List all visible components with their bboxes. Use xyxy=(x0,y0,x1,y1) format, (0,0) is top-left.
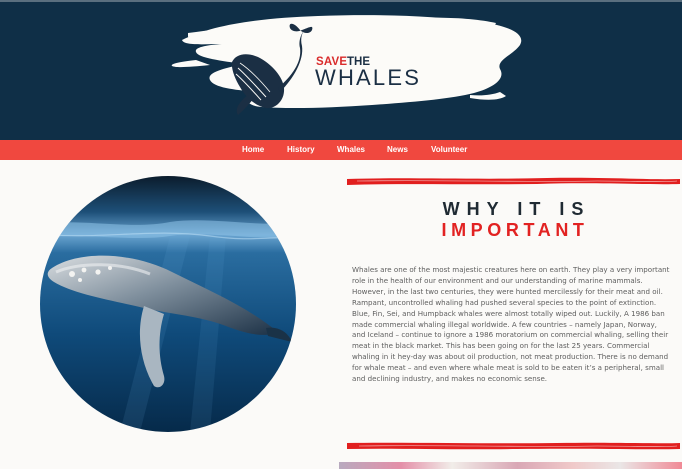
nav-history-link[interactable]: History xyxy=(287,144,315,156)
nav-volunteer-link[interactable]: Volunteer xyxy=(431,144,467,156)
section-body-text: Whales are one of the most majestic crea… xyxy=(352,265,670,384)
humpback-whale-photo xyxy=(40,176,296,432)
next-section-image-edge xyxy=(339,462,682,469)
site-header: SAVE THE WHALES xyxy=(0,2,682,140)
section-heading-line-2: IMPORTANT xyxy=(441,220,589,240)
red-brush-divider-bottom xyxy=(347,442,680,450)
nav-news-link[interactable]: News xyxy=(387,144,408,156)
nav-home-link[interactable]: Home xyxy=(242,144,264,156)
logo-text-whales: WHALES xyxy=(315,65,422,90)
section-heading-line-1: WHY IT IS xyxy=(442,199,591,219)
nav-whales-link[interactable]: Whales xyxy=(337,144,365,156)
red-brush-divider-top xyxy=(347,177,680,185)
main-navigation: Home History Whales News Volunteer xyxy=(0,140,682,160)
